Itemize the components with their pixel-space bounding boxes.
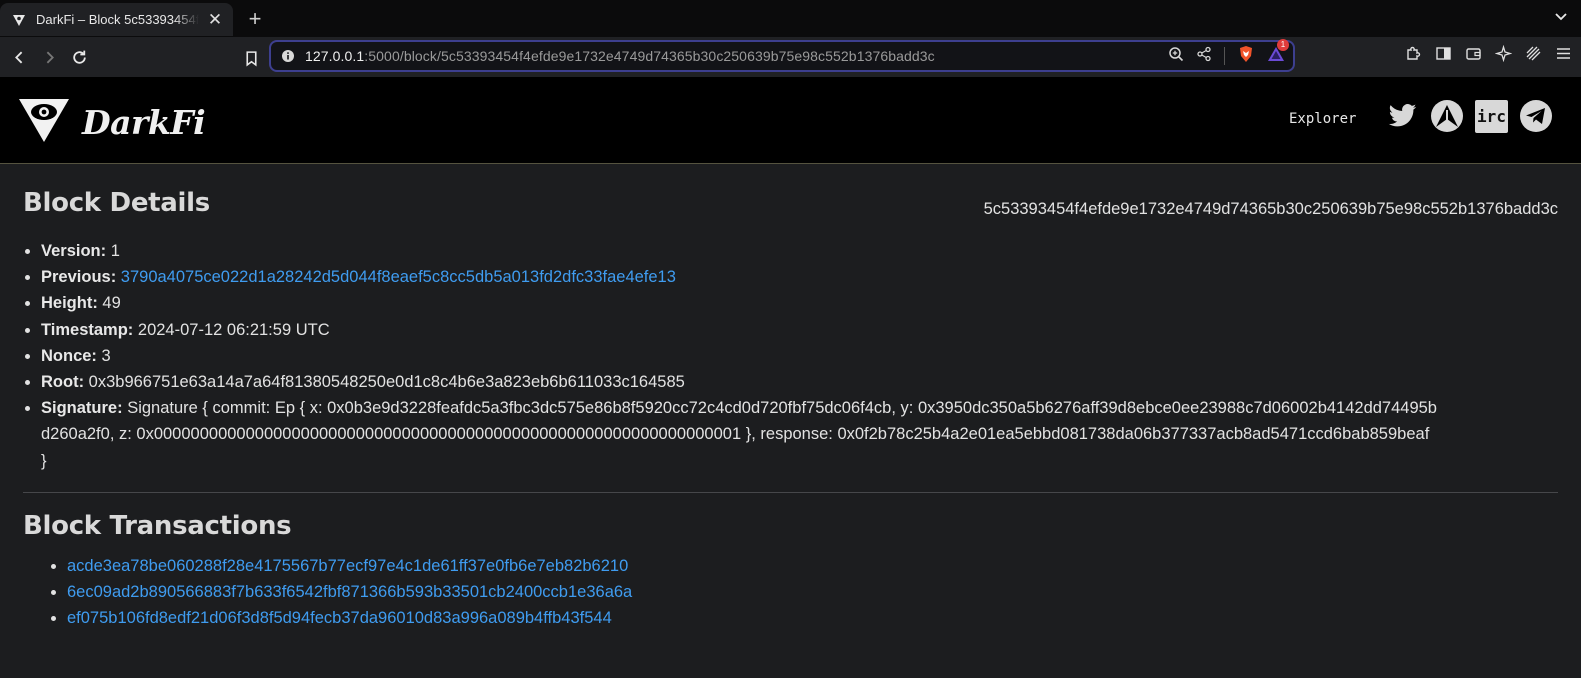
field-value: 3 <box>101 346 111 365</box>
divider <box>1224 47 1225 65</box>
irc-icon[interactable]: irc <box>1475 99 1508 133</box>
telegram-icon[interactable] <box>1519 99 1553 133</box>
site-info-icon[interactable] <box>277 45 299 67</box>
field-timestamp: Timestamp: 2024-07-12 06:21:59 UTC <box>41 317 1558 343</box>
list-item: 6ec09ad2b890566883f7b633f6542fbf871366b5… <box>67 579 1558 605</box>
darkfi-eye-triangle-icon <box>18 97 70 148</box>
darkfi-logo[interactable]: DarkFi <box>18 97 206 148</box>
block-transactions-header: Block Transactions <box>23 493 1558 553</box>
forward-arrow-icon[interactable] <box>34 42 64 72</box>
block-details-title: Block Details <box>23 188 210 218</box>
browser-tab-bar: DarkFi – Block 5c53393454f4efde9e1732e ✕… <box>0 0 1581 37</box>
block-details-header: Block Details 5c53393454f4efde9e1732e474… <box>23 164 1558 238</box>
main-content: Block Details 5c53393454f4efde9e1732e474… <box>0 164 1581 631</box>
new-tab-icon[interactable]: + <box>245 7 265 29</box>
tab-title: DarkFi – Block 5c53393454f4efde9e1732e <box>36 12 199 27</box>
twitter-icon[interactable] <box>1386 101 1419 131</box>
zoom-icon[interactable] <box>1168 46 1184 67</box>
transaction-link[interactable]: ef075b106fd8edf21d06f3d8f5d94fecb37da960… <box>67 609 612 627</box>
transactions-list: acde3ea78be060288f28e4175567b77ecf97e4c1… <box>23 553 1558 632</box>
reload-icon[interactable] <box>64 42 94 72</box>
url-path: :5000/block/5c53393454f4efde9e1732e4749d… <box>364 48 935 64</box>
field-version: Version: 1 <box>41 238 1558 264</box>
list-item: ef075b106fd8edf21d06f3d8f5d94fecb37da960… <box>67 605 1558 631</box>
logo-text: DarkFi <box>82 103 206 142</box>
field-previous: Previous: 3790a4075ce022d1a28242d5d044f8… <box>41 264 1558 290</box>
field-label: Signature: <box>41 399 123 418</box>
field-value: 1 <box>110 242 120 260</box>
url-text[interactable]: 127.0.0.1:5000/block/5c53393454f4efde9e1… <box>305 48 1168 64</box>
field-value: 2024-07-12 06:21:59 UTC <box>137 320 330 339</box>
field-height: Height: 49 <box>41 290 1558 316</box>
leo-ai-icon[interactable] <box>1494 44 1513 63</box>
block-hash: 5c53393454f4efde9e1732e4749d74365b30c250… <box>983 200 1558 218</box>
field-signature: Signature: Signature { commit: Ep { x: 0… <box>41 395 1558 474</box>
transaction-link[interactable]: 6ec09ad2b890566883f7b633f6542fbf871366b5… <box>67 583 632 601</box>
wallet-icon[interactable] <box>1464 44 1483 63</box>
field-label: Timestamp: <box>41 320 134 339</box>
sidebar-icon[interactable] <box>1434 44 1453 63</box>
chevron-down-icon[interactable] <box>1553 8 1569 24</box>
rewards-badge: 1 <box>1277 38 1289 51</box>
browser-tab[interactable]: DarkFi – Block 5c53393454f4efde9e1732e ✕ <box>0 3 233 36</box>
field-label: Previous: <box>41 268 117 287</box>
url-host: 127.0.0.1 <box>305 48 365 64</box>
share-icon[interactable] <box>1196 46 1212 67</box>
field-label: Version: <box>41 242 107 260</box>
list-item: acde3ea78be060288f28e4175567b77ecf97e4c1… <box>67 553 1558 579</box>
field-value: Signature { commit: Ep { x: 0x0b3e9d3228… <box>41 399 1437 470</box>
field-value: 49 <box>102 294 121 313</box>
brave-shields-icon[interactable] <box>1237 45 1255 68</box>
nav-explorer-link[interactable]: Explorer <box>1289 111 1356 127</box>
field-root: Root: 0x3b966751e63a14a7a64f81380548250e… <box>41 369 1558 395</box>
field-label: Root: <box>41 373 85 392</box>
field-value: 0x3b966751e63a14a7a64f81380548250e0d1c8c… <box>88 373 685 392</box>
arrow-logo-icon[interactable] <box>1430 99 1464 133</box>
previous-block-link[interactable]: 3790a4075ce022d1a28242d5d044f8eaef5c8cc5… <box>121 268 676 286</box>
browser-nav-bar: 127.0.0.1:5000/block/5c53393454f4efde9e1… <box>0 37 1581 77</box>
site-header: DarkFi Explorer irc <box>0 77 1581 164</box>
social-links: irc <box>1386 99 1553 133</box>
vpn-icon[interactable] <box>1524 44 1543 63</box>
menu-icon[interactable] <box>1554 44 1573 63</box>
bookmark-icon[interactable] <box>236 43 266 73</box>
address-bar[interactable]: 127.0.0.1:5000/block/5c53393454f4efde9e1… <box>269 38 1295 72</box>
block-transactions-title: Block Transactions <box>23 510 292 541</box>
field-label: Nonce: <box>41 346 97 365</box>
field-nonce: Nonce: 3 <box>41 343 1558 369</box>
close-tab-icon[interactable]: ✕ <box>205 10 225 30</box>
block-fields-list: Version: 1 Previous: 3790a4075ce022d1a28… <box>23 238 1558 474</box>
darkfi-favicon-icon <box>12 13 26 27</box>
field-label: Height: <box>41 294 98 313</box>
back-arrow-icon[interactable] <box>4 42 34 72</box>
extensions-icon[interactable] <box>1404 44 1423 63</box>
brave-rewards-icon[interactable]: 1 <box>1267 38 1289 68</box>
transaction-link[interactable]: acde3ea78be060288f28e4175567b77ecf97e4c1… <box>67 557 628 575</box>
